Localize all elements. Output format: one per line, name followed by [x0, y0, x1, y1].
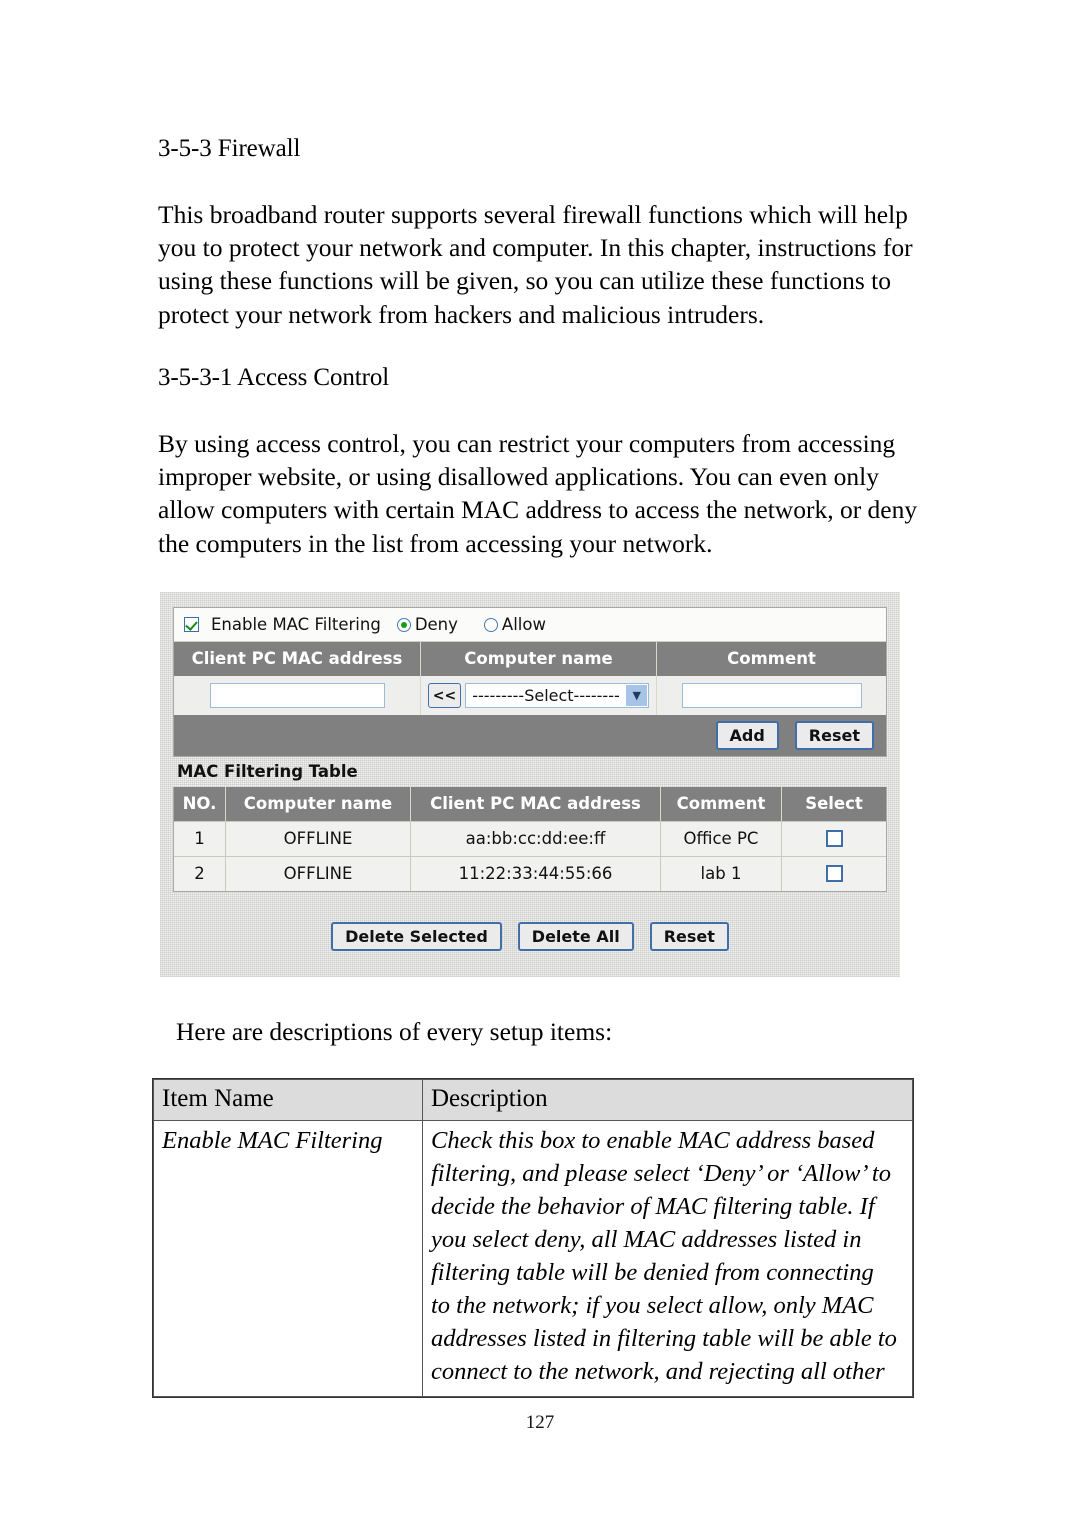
paragraph-access-control: By using access control, you can restric…	[158, 427, 920, 560]
description-line: decide the behavior of MAC filtering tab…	[431, 1193, 875, 1220]
section-heading-firewall: 3-5-3 Firewall	[158, 135, 301, 162]
description-item-name: Enable MAC Filtering	[153, 1120, 423, 1397]
descriptions-intro-line: Here are descriptions of every setup ite…	[176, 1017, 613, 1046]
description-line: connect to the network, and rejecting al…	[431, 1358, 885, 1385]
row-select-checkbox[interactable]	[825, 830, 843, 847]
mac-row-2-comment: lab 1	[661, 857, 782, 891]
mac-row-1-mac: aa:bb:cc:dd:ee:ff	[411, 822, 661, 856]
description-header-description: Description	[422, 1079, 913, 1121]
entry-form-header-row: Client PC MAC address Computer name Comm…	[174, 642, 886, 676]
mac-address-input[interactable]	[209, 683, 385, 708]
chevron-down-icon[interactable]: ▼	[626, 685, 648, 706]
router-screenshot-figure: Enable MAC Filtering Deny Allow Client P…	[160, 592, 900, 977]
mac-table-header-comment: Comment	[661, 787, 782, 821]
paragraph-access-control-text: By using access control, you can restric…	[158, 429, 918, 558]
mac-row-1-no: 1	[174, 822, 226, 856]
radio-allow-label: Allow	[501, 615, 546, 634]
mac-filtering-table: NO. Computer name Client PC MAC address …	[173, 787, 887, 892]
paragraph-firewall: This broadband router supports several f…	[158, 198, 920, 331]
mac-row-1-computer-name: OFFLINE	[226, 822, 411, 856]
description-line: to the network; if you select allow, onl…	[431, 1292, 874, 1319]
entry-header-mac: Client PC MAC address	[174, 642, 421, 676]
reset-entry-button[interactable]: Reset	[794, 721, 874, 750]
entry-form-input-row: << ---------Select-------- ▼	[174, 676, 886, 715]
reset-table-button[interactable]: Reset	[649, 922, 729, 951]
entry-cell-comment	[657, 676, 886, 715]
entry-cell-mac	[174, 676, 421, 715]
radio-group-deny[interactable]: Deny	[396, 615, 458, 634]
description-item-text: Check this box to enable MAC address bas…	[422, 1120, 913, 1397]
description-line: you select deny, all MAC addresses liste…	[431, 1226, 862, 1253]
checkbox-checked-icon[interactable]	[184, 617, 199, 632]
description-line: filtering, and please select ‘Deny’ or ‘…	[431, 1160, 891, 1187]
mac-row-2-mac: 11:22:33:44:55:66	[411, 857, 661, 891]
add-button[interactable]: Add	[715, 721, 779, 750]
mac-table-header-no: NO.	[174, 787, 226, 821]
table-row: 1 OFFLINE aa:bb:cc:dd:ee:ff Office PC	[174, 821, 886, 856]
delete-all-button[interactable]: Delete All	[517, 922, 634, 951]
mac-row-2-select-cell	[782, 857, 886, 891]
radio-allow-icon[interactable]	[483, 617, 498, 632]
entry-cell-computer-name: << ---------Select-------- ▼	[421, 676, 657, 715]
mac-table-header-computer-name: Computer name	[226, 787, 411, 821]
mac-row-2-computer-name: OFFLINE	[226, 857, 411, 891]
entry-header-comment: Comment	[727, 649, 816, 668]
mac-table-header-mac: Client PC MAC address	[411, 787, 661, 821]
computer-name-select-value: ---------Select--------	[472, 686, 620, 705]
mac-row-2-no: 2	[174, 857, 226, 891]
description-header-item-name: Item Name	[153, 1079, 423, 1121]
copy-mac-button[interactable]: <<	[427, 683, 462, 708]
description-line: addresses listed in filtering table will…	[431, 1325, 897, 1352]
enable-mac-filtering-label: Enable MAC Filtering	[211, 615, 381, 634]
paragraph-firewall-text: This broadband router supports several f…	[158, 200, 913, 329]
mac-filtering-table-title: MAC Filtering Table	[177, 762, 358, 781]
description-line: filtering table will be denied from conn…	[431, 1259, 874, 1286]
delete-selected-button[interactable]: Delete Selected	[331, 922, 502, 951]
computer-name-select[interactable]: ---------Select-------- ▼	[465, 683, 650, 708]
description-table-header-row: Item Name Description	[153, 1079, 913, 1121]
table-action-buttons: Delete Selected Delete All Reset	[173, 922, 887, 951]
enable-mac-filtering-row: Enable MAC Filtering Deny Allow	[174, 608, 886, 642]
comment-input[interactable]	[681, 683, 862, 708]
table-row: 2 OFFLINE 11:22:33:44:55:66 lab 1	[174, 856, 886, 891]
radio-group-allow[interactable]: Allow	[483, 615, 546, 634]
document-page: 3-5-3 Firewall This broadband router sup…	[0, 0, 1080, 1527]
page-number: 127	[525, 1412, 555, 1433]
radio-deny-label: Deny	[414, 615, 458, 634]
mac-row-1-comment: Office PC	[661, 822, 782, 856]
entry-form-action-bar: Add Reset	[174, 715, 886, 756]
mac-row-1-select-cell	[782, 822, 886, 856]
mac-table-header-select: Select	[805, 794, 863, 813]
mac-filtering-entry-panel: Enable MAC Filtering Deny Allow Client P…	[173, 607, 887, 757]
mac-table-header-row: NO. Computer name Client PC MAC address …	[174, 787, 886, 821]
description-line: Check this box to enable MAC address bas…	[431, 1127, 875, 1154]
section-heading-access-control: 3-5-3-1 Access Control	[158, 364, 390, 391]
entry-header-computer-name: Computer name	[421, 642, 657, 676]
router-screenshot-content: Enable MAC Filtering Deny Allow Client P…	[173, 607, 887, 951]
setup-items-description-table: Item Name Description Enable MAC Filteri…	[152, 1078, 914, 1398]
row-select-checkbox[interactable]	[825, 865, 843, 882]
radio-deny-icon[interactable]	[396, 617, 411, 632]
description-table-row: Enable MAC Filtering Check this box to e…	[153, 1120, 913, 1397]
